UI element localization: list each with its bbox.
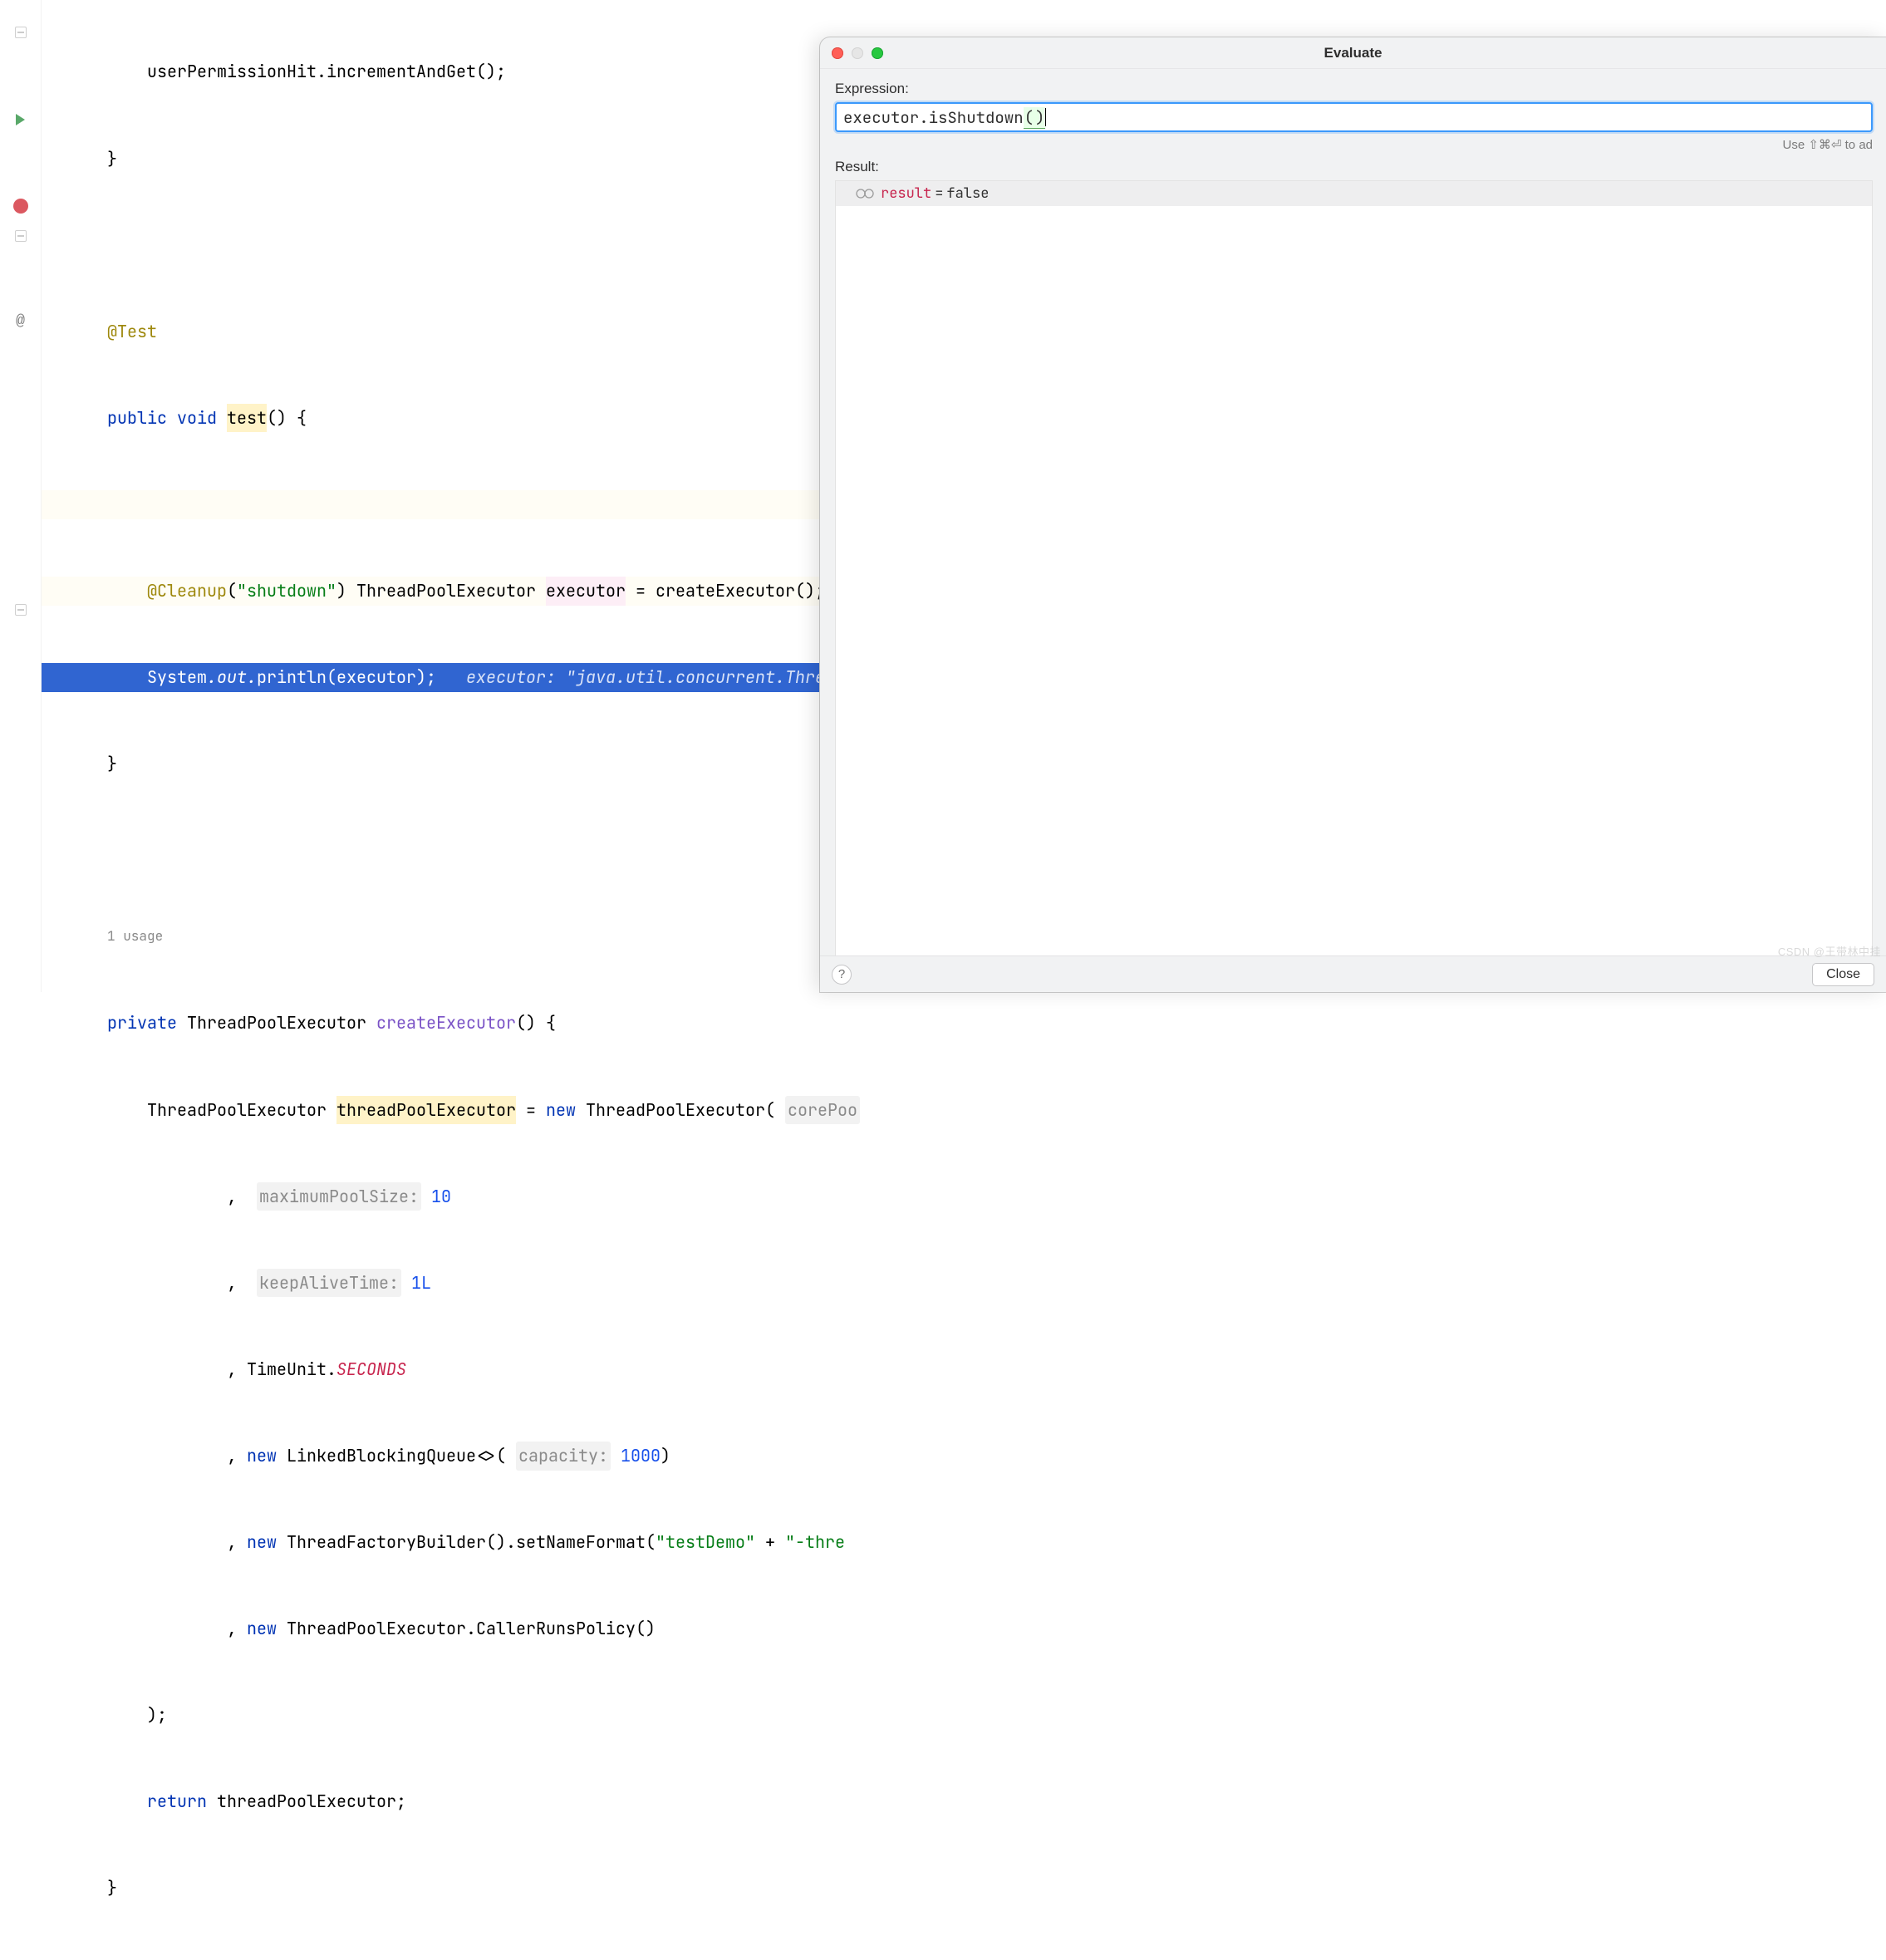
- string: "-thre: [785, 1528, 845, 1557]
- debug-inlay: executor: "java.util.concurrent.Thread: [466, 663, 845, 692]
- param-hint: maximumPoolSize:: [257, 1182, 421, 1211]
- code-text: +: [755, 1528, 785, 1557]
- watch-icon: [856, 189, 874, 199]
- watermark: CSDN @王带林中挂: [1778, 943, 1881, 959]
- keyword: new: [247, 1442, 277, 1471]
- run-test-icon[interactable]: [12, 111, 29, 128]
- close-icon[interactable]: [832, 47, 843, 59]
- result-eq: =: [931, 184, 946, 203]
- keyword: new: [546, 1096, 576, 1125]
- tip-text: to ad: [1841, 138, 1873, 152]
- zoom-icon[interactable]: [872, 47, 883, 59]
- method-name: createExecutor: [376, 1009, 516, 1038]
- annotation-gutter-icon[interactable]: @: [12, 313, 29, 330]
- code-text: (executor);: [327, 663, 436, 692]
- result-label: Result:: [835, 159, 1873, 175]
- result-tree[interactable]: result = false: [835, 180, 1873, 985]
- code-text: println: [257, 663, 327, 692]
- param-hint: keepAliveTime:: [257, 1269, 401, 1298]
- code-text: () {: [516, 1009, 556, 1038]
- keyword: new: [247, 1614, 277, 1643]
- code-text: }: [107, 749, 117, 779]
- string: "shutdown": [237, 577, 336, 606]
- dialog-title: Evaluate: [820, 45, 1886, 61]
- tip-keys: ⇧⌘⏎: [1808, 138, 1841, 152]
- keyword: public: [107, 404, 167, 433]
- ctor: LinkedBlockingQueue<>(: [287, 1442, 506, 1471]
- param-hint: capacity:: [516, 1442, 611, 1471]
- keyword: void: [177, 404, 217, 433]
- fold-marker[interactable]: [12, 602, 29, 618]
- keyword: new: [247, 1528, 277, 1557]
- usages-hint[interactable]: 1 usage: [107, 922, 163, 951]
- method-call: createExecutor();: [656, 577, 825, 606]
- shortcut-tip: Use ⇧⌘⏎ to ad: [835, 137, 1873, 152]
- editor-gutter: @: [0, 0, 42, 992]
- close-button[interactable]: Close: [1812, 963, 1874, 986]
- type: ThreadPoolExecutor: [147, 1096, 327, 1125]
- number: 10: [431, 1182, 451, 1211]
- window-controls[interactable]: [832, 47, 883, 59]
- code-text: TimeUnit.: [247, 1355, 336, 1384]
- method-name: test: [227, 404, 267, 433]
- code-text: ThreadPoolExecutor.CallerRunsPolicy(): [287, 1614, 656, 1643]
- type: ThreadPoolExecutor: [356, 577, 536, 606]
- expression-input[interactable]: executor.isShutdown(): [835, 102, 1873, 132]
- ctor: ThreadPoolExecutor(: [586, 1096, 775, 1125]
- result-row[interactable]: result = false: [836, 181, 1872, 206]
- code-text: }: [107, 145, 117, 174]
- code-text: ThreadFactoryBuilder().setNameFormat(: [287, 1528, 656, 1557]
- code-text: =: [516, 1096, 546, 1125]
- tip-text: Use: [1782, 138, 1808, 152]
- fold-marker[interactable]: [12, 24, 29, 41]
- enum-const: SECONDS: [336, 1355, 406, 1384]
- code-text: userPermissionHit.incrementAndGet();: [147, 57, 506, 86]
- annotation-cleanup: @Cleanup: [147, 577, 227, 606]
- code-text: =: [626, 577, 656, 606]
- fold-marker[interactable]: [12, 228, 29, 244]
- code-text: }: [107, 1874, 117, 1903]
- type: ThreadPoolExecutor: [187, 1009, 366, 1038]
- code-text: System: [147, 663, 207, 692]
- string: "testDemo": [656, 1528, 755, 1557]
- code-text: .out.: [207, 663, 257, 692]
- code-text: threadPoolExecutor;: [217, 1787, 406, 1816]
- result-name: result: [881, 184, 931, 203]
- result-value: false: [946, 184, 989, 203]
- text-caret: [1045, 108, 1046, 126]
- annotation-test: @Test: [107, 317, 157, 346]
- breakpoint-icon[interactable]: [12, 198, 29, 214]
- number: 1L: [411, 1269, 431, 1298]
- dialog-body: Expression: executor.isShutdown() Use ⇧⌘…: [820, 69, 1886, 992]
- keyword: private: [107, 1009, 177, 1038]
- minimize-icon: [852, 47, 863, 59]
- var-threadpool: threadPoolExecutor: [336, 1096, 516, 1125]
- evaluate-dialog: Evaluate Expression: executor.isShutdown…: [820, 37, 1886, 992]
- dialog-footer: ? Close: [820, 955, 1886, 992]
- code-text: );: [147, 1701, 167, 1730]
- param-hint: corePoo: [785, 1096, 860, 1125]
- keyword: return: [147, 1787, 207, 1816]
- dialog-title-bar[interactable]: Evaluate: [820, 37, 1886, 69]
- code-text: () {: [267, 404, 307, 433]
- help-button[interactable]: ?: [832, 965, 852, 985]
- var-executor: executor: [546, 577, 626, 606]
- number: 1000: [621, 1442, 661, 1471]
- expression-label: Expression:: [835, 81, 1873, 97]
